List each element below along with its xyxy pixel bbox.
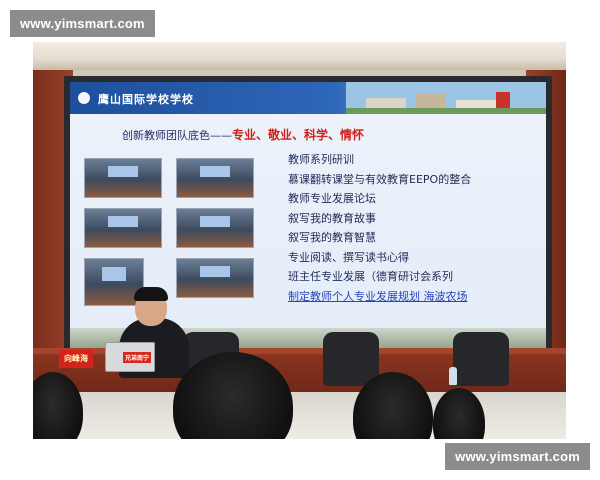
photo-thumbnail [176, 208, 254, 248]
slide-item: 叙写我的教育故事 [288, 211, 376, 225]
photo-thumbnail [176, 258, 254, 298]
speaker-hair [134, 287, 168, 301]
laptop: 兄弟南宁 [105, 342, 155, 372]
slide-item: 专业阅读、撰写读书心得 [288, 250, 409, 264]
conference-photo: 鹰山国际学校学校 创新教师团队底色——专业、敬业、科学、情怀 教师系列研训 慕课… [33, 42, 566, 439]
slide-item: 教师专业发展论坛 [288, 192, 376, 205]
school-logo-icon [76, 90, 92, 106]
school-name: 鹰山国际学校学校 [98, 93, 194, 106]
chair [453, 332, 509, 386]
laptop-sticker: 兄弟南宁 [123, 352, 152, 363]
floor [33, 392, 566, 439]
chair [323, 332, 379, 386]
slide-item: 班主任专业发展（德育研讨会系列 [288, 270, 453, 283]
slide-banner: 鹰山国际学校学校 [70, 82, 546, 114]
slide-item: 慕课翻转课堂与有效教育EEPO的整合 [288, 172, 472, 186]
watermark-top: www.yimsmart.com [10, 10, 155, 37]
photo-thumbnail [84, 158, 162, 198]
slide-heading: 创新教师团队底色——专业、敬业、科学、情怀 [122, 126, 364, 143]
photo-thumbnail [84, 208, 162, 248]
watermark-bottom: www.yimsmart.com [445, 443, 590, 470]
slide-item-link: 制定教师个人专业发展规划 海波农场 [288, 289, 468, 303]
slide-item-list: 教师系列研训 慕课翻转课堂与有效教育EEPO的整合 教师专业发展论坛 叙写我的教… [288, 150, 471, 306]
slide-item: 叙写我的教育智慧 [288, 231, 376, 244]
water-bottle [449, 367, 457, 385]
slide-heading-highlight: 专业、敬业、科学、情怀 [232, 128, 365, 142]
slide-item: 教师系列研训 [288, 153, 354, 166]
campus-scene-image [346, 82, 546, 114]
slide-heading-prefix: 创新教师团队底色—— [122, 129, 232, 142]
photo-thumbnail [176, 158, 254, 198]
nameplate: 向峰海 [59, 350, 93, 368]
ceiling [33, 42, 566, 70]
